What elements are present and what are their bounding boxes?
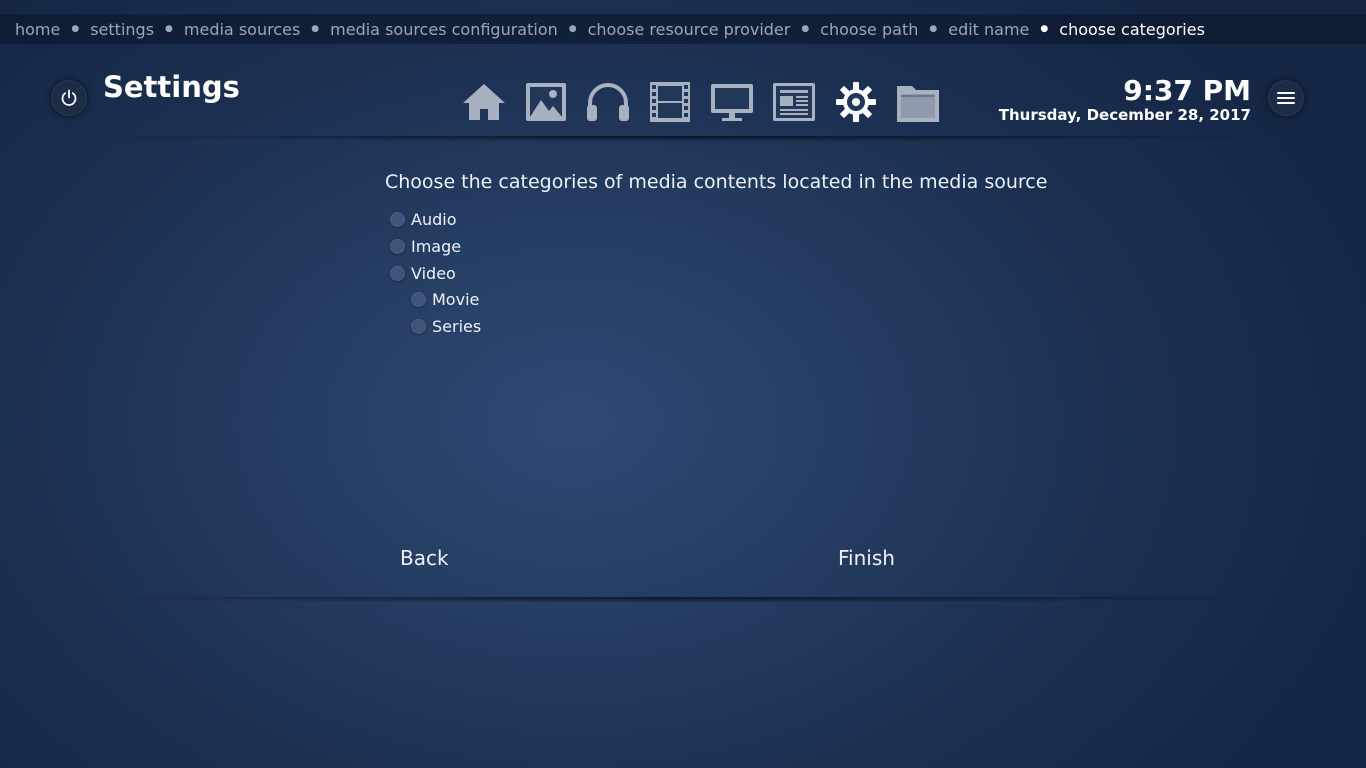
breadcrumb-item-choose-resource-provider[interactable]: choose resource provider — [588, 20, 791, 39]
page-title: Settings — [103, 70, 240, 104]
radio-button[interactable] — [390, 265, 405, 281]
breadcrumb-separator: ● — [71, 24, 80, 34]
radio-button[interactable] — [411, 291, 426, 307]
clock-date: Thursday, December 28, 2017 — [998, 106, 1251, 124]
radio-button[interactable] — [390, 238, 405, 254]
nav-news[interactable] — [770, 78, 818, 126]
home-icon — [463, 84, 505, 120]
category-option-video[interactable]: Video — [390, 262, 456, 284]
breadcrumb-item-media-sources-configuration[interactable]: media sources configuration — [330, 20, 558, 39]
nav-videos[interactable] — [646, 78, 694, 126]
category-option-movie[interactable]: Movie — [411, 288, 479, 310]
category-label: Movie — [432, 289, 480, 309]
gear-icon — [836, 82, 876, 122]
breadcrumb-item-choose-categories: choose categories — [1059, 19, 1205, 39]
film-icon — [650, 82, 690, 122]
category-label: Series — [432, 316, 482, 336]
news-icon — [773, 83, 815, 121]
breadcrumb-item-choose-path[interactable]: choose path — [820, 20, 918, 39]
power-icon — [61, 89, 77, 106]
breadcrumb-separator: ● — [1040, 24, 1049, 34]
categories-prompt: Choose the categories of media contents … — [385, 171, 1048, 193]
nav-tv[interactable] — [708, 78, 756, 126]
hamburger-menu-icon — [1277, 92, 1295, 104]
breadcrumb-item-media-sources[interactable]: media sources — [184, 20, 300, 39]
breadcrumb-separator: ● — [568, 24, 577, 34]
back-button[interactable]: Back — [400, 546, 449, 570]
power-button[interactable] — [51, 80, 87, 116]
header-divider — [60, 136, 1306, 142]
monitor-icon — [711, 84, 753, 121]
breadcrumb: home ● settings ● media sources ● media … — [0, 14, 1366, 44]
radio-button[interactable] — [411, 318, 426, 334]
nav-pictures[interactable] — [522, 78, 570, 126]
breadcrumb-item-settings[interactable]: settings — [90, 20, 154, 39]
breadcrumb-separator: ● — [929, 24, 938, 34]
category-option-series[interactable]: Series — [411, 315, 481, 337]
radio-button[interactable] — [390, 211, 405, 227]
finish-button[interactable]: Finish — [838, 546, 895, 570]
category-label: Image — [411, 236, 462, 256]
image-icon — [526, 83, 566, 121]
footer-divider — [60, 597, 1306, 603]
menu-button[interactable] — [1268, 80, 1304, 116]
nav-settings[interactable] — [832, 78, 880, 126]
folder-icon — [897, 86, 939, 122]
breadcrumb-item-edit-name[interactable]: edit name — [948, 20, 1029, 39]
nav-music[interactable] — [584, 78, 632, 126]
breadcrumb-separator: ● — [165, 24, 173, 34]
main-navigation — [460, 78, 942, 126]
headphones-icon — [587, 83, 629, 121]
breadcrumb-separator: ● — [801, 24, 810, 34]
nav-home[interactable] — [460, 78, 508, 126]
category-option-audio[interactable]: Audio — [390, 208, 456, 230]
category-label: Video — [411, 263, 456, 283]
clock-time: 9:37 PM — [1123, 74, 1251, 107]
breadcrumb-separator: ● — [311, 24, 320, 34]
nav-files[interactable] — [894, 78, 942, 126]
category-option-image[interactable]: Image — [390, 235, 461, 257]
category-label: Audio — [411, 209, 457, 229]
breadcrumb-item-home[interactable]: home — [15, 20, 60, 39]
